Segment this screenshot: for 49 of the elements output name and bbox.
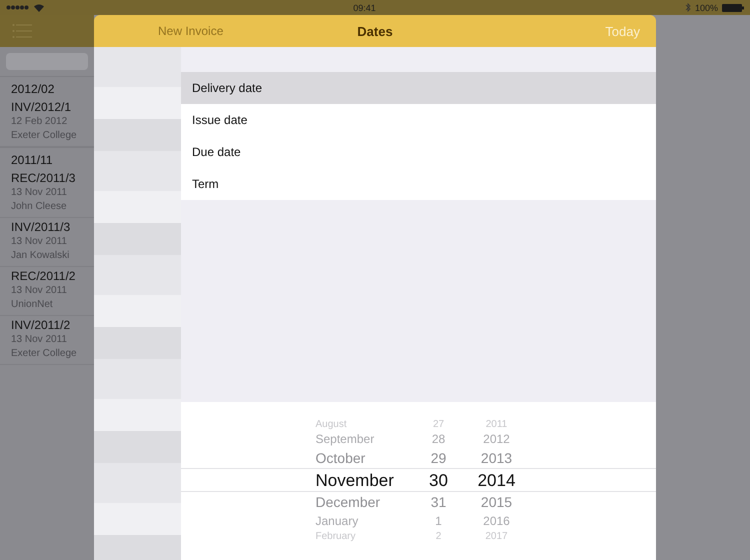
picker-value[interactable]: 2015 [480, 492, 512, 513]
dialog-title: Dates [356, 24, 394, 38]
date-option[interactable]: Term [181, 168, 656, 200]
picker-value[interactable]: 1 [435, 513, 442, 530]
picker-value[interactable]: 31 [430, 492, 446, 513]
invoice-client: Jan Kowalski [11, 249, 70, 263]
invoice-date: 13 Nov 2011 [11, 333, 68, 347]
invoice-date: 13 Nov 2011 [11, 235, 68, 249]
signal-icon [6, 5, 30, 10]
wifi-icon [34, 4, 44, 12]
picker-value[interactable]: August [316, 418, 347, 431]
bluetooth-icon [684, 3, 691, 12]
date-option[interactable]: Issue date [181, 104, 656, 136]
picker-value[interactable]: January [316, 513, 358, 530]
invoice-client: UnionNet [11, 298, 54, 312]
invoice-number: INV/2011/2 [11, 317, 72, 333]
date-option[interactable]: Due date [181, 136, 656, 168]
picker-value[interactable]: October [316, 448, 366, 469]
invoice-number: INV/2012/1 [11, 99, 72, 115]
picker-value[interactable]: 2013 [480, 448, 512, 469]
invoice-date: 12 Feb 2012 [11, 115, 68, 129]
battery-icon [722, 4, 744, 12]
battery-percent: 100% [694, 2, 718, 12]
invoice-client: Exeter College [11, 129, 78, 143]
background-title: New Invoice [158, 24, 224, 38]
invoice-client: Exeter College [11, 347, 78, 361]
picker-value[interactable]: 2017 [485, 530, 508, 543]
invoice-client: John Cleese [11, 200, 68, 214]
invoice-number: REC/2011/2 [11, 268, 76, 284]
status-time: 09:41 [353, 2, 376, 12]
picker-value[interactable]: 2012 [483, 431, 510, 448]
picker-value[interactable]: December [316, 492, 380, 513]
picker-value[interactable]: 27 [432, 418, 444, 431]
picker-value[interactable]: 2016 [483, 513, 510, 530]
picker-value[interactable]: 2014 [478, 469, 516, 492]
picker-value[interactable]: 30 [429, 469, 448, 492]
invoice-number: REC/2011/3 [11, 170, 76, 186]
picker-value[interactable]: September [316, 431, 374, 448]
picker-value[interactable]: 29 [430, 448, 446, 469]
invoice-number: INV/2011/3 [11, 219, 72, 235]
picker-value[interactable]: November [316, 469, 394, 492]
date-picker[interactable]: August September October November December January February 27 28 29 30 31 1 2 2011 2012 2013 2014 2015 2016 2017 [181, 402, 656, 560]
picker-value[interactable]: 28 [432, 431, 446, 448]
invoice-date: 13 Nov 2011 [11, 284, 68, 298]
picker-value[interactable]: February [316, 530, 356, 543]
date-option[interactable]: Delivery date [181, 72, 656, 104]
picker-value[interactable]: 2011 [486, 418, 508, 431]
invoice-date: 13 Nov 2011 [11, 186, 68, 200]
picker-value[interactable]: 2 [436, 530, 442, 543]
